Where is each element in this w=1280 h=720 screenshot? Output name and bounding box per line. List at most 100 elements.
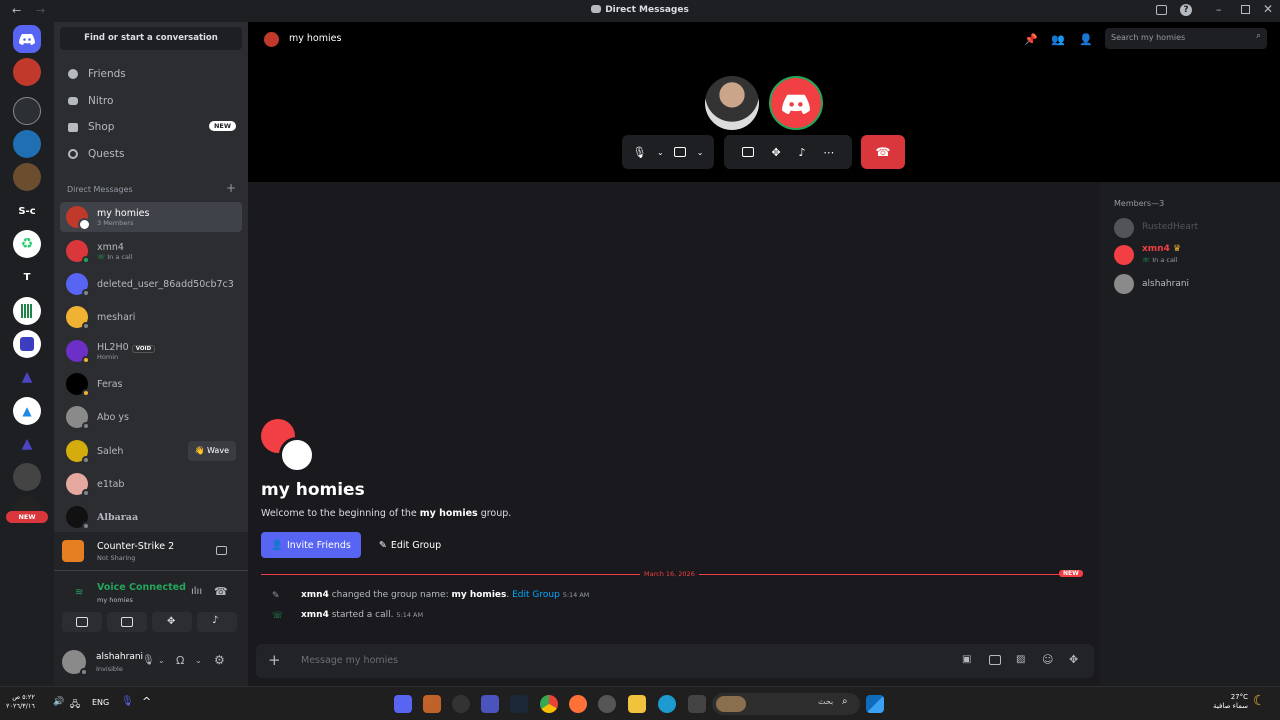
mic-chevron-icon[interactable]: ⌄ [657, 148, 664, 157]
wave-button[interactable]: 👋 Wave [187, 441, 236, 461]
server-icon-brown[interactable] [13, 163, 41, 191]
minimize-icon[interactable]: – [1216, 3, 1222, 16]
taskbar-taskview-icon[interactable] [688, 695, 706, 713]
find-conversation-button[interactable]: Find or start a conversation [60, 27, 242, 50]
event-user[interactable]: xmn4 [301, 590, 329, 600]
clock[interactable]: ٥:٢٢ ص ٢٠٢٦/٣/١٦ [6, 693, 35, 711]
dm-item-meshari[interactable]: meshari [60, 302, 242, 332]
camera-toggle-button[interactable] [62, 612, 102, 632]
share-screen-button[interactable] [107, 612, 147, 632]
pin-icon[interactable]: 📌 [1024, 33, 1038, 46]
nav-friends[interactable]: Friends [62, 62, 244, 86]
apps-icon[interactable]: ✥ [1069, 653, 1078, 666]
server-icon-purple[interactable]: ▲ [13, 430, 41, 458]
call-mic-icon[interactable]: 🎙 [633, 146, 647, 159]
taskbar-edge-icon[interactable] [658, 695, 676, 713]
taskbar-discord-icon[interactable] [394, 695, 412, 713]
member-item[interactable]: alshahrani [1114, 274, 1274, 294]
stream-icon[interactable] [216, 546, 227, 555]
dm-item-deleted-user[interactable]: deleted_user_86add50cb7c3 [60, 269, 242, 299]
dm-item-feras[interactable]: Feras [60, 369, 242, 399]
settings-gear-icon[interactable]: ⚙ [214, 653, 225, 667]
mic-icon[interactable]: 🎙 [142, 655, 155, 666]
member-item[interactable]: RustedHeart [1114, 218, 1274, 238]
gift-icon[interactable]: ▣ [962, 654, 971, 665]
speaker-icon[interactable]: 🔊 [53, 697, 64, 707]
call-screen-share-icon[interactable] [741, 147, 754, 157]
headphones-icon[interactable]: Ω [176, 654, 184, 667]
language-indicator[interactable]: ENG [92, 698, 109, 707]
nav-shop[interactable]: Shop NEW [62, 115, 244, 139]
windows-start-icon[interactable] [866, 695, 884, 713]
message-composer[interactable]: + Message my homies ▣ ▨ ☺ ✥ [256, 644, 1094, 678]
more-options-icon[interactable]: ⋯ [823, 146, 834, 159]
dm-home-icon[interactable] [13, 25, 41, 53]
call-camera-off-icon[interactable] [674, 147, 687, 157]
add-friends-icon[interactable]: 👥 [1051, 33, 1065, 46]
taskbar-explorer-icon[interactable] [628, 695, 646, 713]
taskbar-steam-icon[interactable] [510, 695, 528, 713]
dm-item-albaraa[interactable]: Albaraa [60, 502, 242, 532]
invite-friends-button[interactable]: 👤 Invite Friends [261, 532, 361, 558]
dm-item-my-homies[interactable]: my homies 3 Members [60, 202, 242, 232]
edit-group-button[interactable]: ✎ Edit Group [370, 532, 450, 558]
server-icon-sc[interactable]: S-c [13, 197, 41, 225]
audio-options-chevron-icon[interactable]: ⌄ [195, 656, 202, 665]
taskbar-firefox-icon[interactable] [569, 695, 587, 713]
dm-item-saleh[interactable]: Saleh 👋 Wave [60, 436, 242, 466]
taskbar-teams-icon[interactable] [481, 695, 499, 713]
dm-item-abo-ys[interactable]: Abo ys [60, 402, 242, 432]
server-icon-emblem[interactable] [13, 97, 41, 125]
member-list-icon[interactable]: 👤 [1079, 33, 1093, 46]
tray-mic-icon[interactable]: 🎙 [121, 696, 134, 707]
call-activities-icon[interactable]: ✥ [772, 146, 781, 159]
taskbar-app2-icon[interactable] [452, 695, 470, 713]
server-icon-puzzle[interactable] [13, 330, 41, 358]
server-icon-blue[interactable] [13, 130, 41, 158]
participant-avatar-xmn4[interactable] [769, 76, 823, 130]
soundboard-button[interactable]: ♪ [197, 612, 237, 632]
noise-suppression-icon[interactable]: ılıı [191, 586, 202, 597]
server-folder-icon[interactable] [13, 463, 41, 491]
network-icon[interactable]: 🖧 [70, 697, 80, 713]
dm-item-e1tab[interactable]: e1tab [60, 469, 242, 499]
maximize-icon[interactable] [1241, 5, 1250, 14]
taskbar-search[interactable]: بحث ⌕ [712, 693, 860, 715]
server-icon-green-bars[interactable] [13, 297, 41, 325]
edit-group-link[interactable]: Edit Group [512, 590, 560, 600]
sticker-icon[interactable]: ▨ [1016, 654, 1025, 665]
activities-button[interactable]: ✥ [152, 612, 192, 632]
emoji-icon[interactable]: ☺ [1042, 653, 1053, 666]
gif-icon[interactable] [989, 655, 1001, 665]
dm-item-hl2h0[interactable]: HL2H0 VOID Homin [60, 336, 242, 366]
user-avatar[interactable] [62, 650, 88, 676]
tray-chevron-icon[interactable]: ^ [142, 695, 151, 708]
leave-call-button[interactable]: ☎ [861, 135, 905, 169]
member-item[interactable]: xmn4 ♛ ☏ In a call [1114, 244, 1274, 266]
voice-channel[interactable]: my homies [97, 596, 133, 604]
weather-widget[interactable]: 27°C سماء صافية [1204, 693, 1248, 711]
camera-chevron-icon[interactable]: ⌄ [697, 148, 704, 157]
nav-quests[interactable]: Quests [62, 142, 244, 166]
taskbar-settings-icon[interactable] [598, 695, 616, 713]
help-icon[interactable]: ? [1180, 4, 1192, 16]
participant-avatar-alshahrani[interactable] [705, 76, 759, 130]
inbox-icon[interactable] [1156, 5, 1167, 15]
nav-nitro[interactable]: Nitro [62, 89, 244, 113]
server-icon-t[interactable]: T [13, 263, 41, 291]
create-dm-icon[interactable]: + [226, 181, 236, 195]
mic-options-chevron-icon[interactable]: ⌄ [158, 656, 165, 665]
server-icon-blue-peak[interactable]: ▲ [13, 397, 41, 425]
attach-plus-icon[interactable]: + [268, 651, 281, 669]
dm-item-xmn4[interactable]: xmn4 ☏ In a call [60, 236, 242, 266]
taskbar-chrome-icon[interactable] [540, 695, 558, 713]
server-icon-arrows[interactable]: ▲ [13, 363, 41, 391]
disconnect-icon[interactable]: ☎ [214, 585, 228, 598]
search-input[interactable]: Search my homies ⌕ [1105, 28, 1267, 49]
close-icon[interactable]: ✕ [1263, 2, 1273, 16]
call-soundboard-icon[interactable]: ♪ [798, 146, 805, 159]
event-user[interactable]: xmn4 [301, 610, 329, 620]
taskbar-app-icon[interactable] [423, 695, 441, 713]
server-icon-avatar[interactable] [13, 58, 41, 86]
server-icon-recycle[interactable]: ♻ [13, 230, 41, 258]
